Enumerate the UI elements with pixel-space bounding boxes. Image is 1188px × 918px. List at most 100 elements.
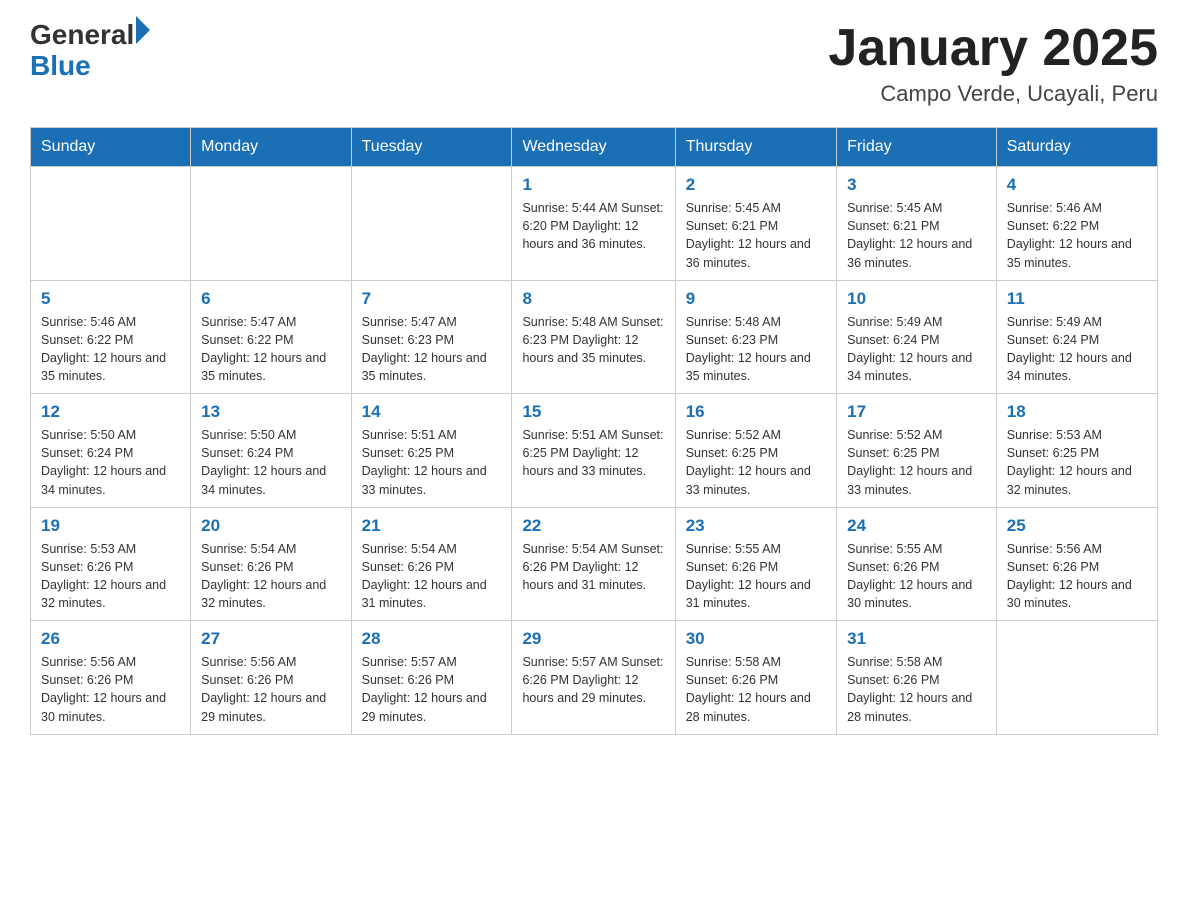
day-number: 1 (522, 175, 664, 195)
calendar-body: 1 Sunrise: 5:44 AM Sunset: 6:20 PM Daylig… (31, 167, 1158, 735)
weekday-header-monday: Monday (191, 128, 351, 167)
calendar-cell: 20 Sunrise: 5:54 AM Sunset: 6:26 PM Dayli… (191, 507, 351, 621)
weekday-header-row: SundayMondayTuesdayWednesdayThursdayFrid… (31, 128, 1158, 167)
calendar-cell: 7Sunrise: 5:47 AM Sunset: 6:23 PM Daylig… (351, 280, 512, 394)
calendar-cell: 26Sunrise: 5:56 AM Sunset: 6:26 PM Dayli… (31, 621, 191, 735)
day-number: 11 (1007, 289, 1147, 309)
calendar-cell: 12Sunrise: 5:50 AM Sunset: 6:24 PM Dayli… (31, 394, 191, 508)
day-info: Sunrise: 5:58 AM Sunset: 6:26 PM Dayligh… (686, 653, 826, 726)
calendar-cell: 9 Sunrise: 5:48 AM Sunset: 6:23 PM Daylig… (675, 280, 836, 394)
day-info: Sunrise: 5:57 AM Sunset: 6:26 PM Dayligh… (362, 653, 502, 726)
day-info: Sunrise: 5:52 AM Sunset: 6:25 PM Dayligh… (686, 426, 826, 499)
weekday-header-thursday: Thursday (675, 128, 836, 167)
calendar-cell: 31Sunrise: 5:58 AM Sunset: 6:26 PM Dayli… (837, 621, 997, 735)
day-number: 13 (201, 402, 340, 422)
day-info: Sunrise: 5:46 AM Sunset: 6:22 PM Dayligh… (41, 313, 180, 386)
day-number: 21 (362, 516, 502, 536)
day-info: Sunrise: 5:50 AM Sunset: 6:24 PM Dayligh… (201, 426, 340, 499)
day-info: Sunrise: 5:45 AM Sunset: 6:21 PM Dayligh… (686, 199, 826, 272)
day-number: 22 (522, 516, 664, 536)
calendar-cell (31, 167, 191, 281)
day-number: 31 (847, 629, 986, 649)
day-number: 25 (1007, 516, 1147, 536)
day-info: Sunrise: 5:56 AM Sunset: 6:26 PM Dayligh… (41, 653, 180, 726)
day-info: Sunrise: 5:45 AM Sunset: 6:21 PM Dayligh… (847, 199, 986, 272)
calendar-cell: 8 Sunrise: 5:48 AM Sunset: 6:23 PM Daylig… (512, 280, 675, 394)
calendar-cell: 24 Sunrise: 5:55 AM Sunset: 6:26 PM Dayli… (837, 507, 997, 621)
calendar-cell: 19Sunrise: 5:53 AM Sunset: 6:26 PM Dayli… (31, 507, 191, 621)
day-info: Sunrise: 5:48 AM Sunset: 6:23 PM Dayligh… (686, 313, 826, 386)
logo-triangle-icon (136, 16, 150, 44)
day-number: 12 (41, 402, 180, 422)
logo: General Blue (30, 20, 150, 82)
calendar-cell: 15Sunrise: 5:51 AM Sunset: 6:25 PM Dayli… (512, 394, 675, 508)
day-info: Sunrise: 5:56 AM Sunset: 6:26 PM Dayligh… (201, 653, 340, 726)
day-number: 18 (1007, 402, 1147, 422)
day-number: 29 (522, 629, 664, 649)
calendar-week-3: 12 Sunrise: 5:50 AM Sunset: 6:24 PM Dayli… (31, 394, 1158, 508)
calendar-cell: 29 Sunrise: 5:57 AM Sunset: 6:26 PM Dayli… (512, 621, 675, 735)
calendar-week-4: 19Sunrise: 5:53 AM Sunset: 6:26 PM Dayli… (31, 507, 1158, 621)
day-info: Sunrise: 5:44 AM Sunset: 6:20 PM Dayligh… (522, 199, 664, 253)
day-info: Sunrise: 5:48 AM Sunset: 6:23 PM Dayligh… (522, 313, 664, 367)
page-header: General Blue January 2025 Campo Verde, U… (30, 20, 1158, 107)
calendar-cell: 18 Sunrise: 5:53 AM Sunset: 6:25 PM Dayli… (996, 394, 1157, 508)
day-number: 27 (201, 629, 340, 649)
day-info: Sunrise: 5:52 AM Sunset: 6:25 PM Dayligh… (847, 426, 986, 499)
calendar-cell: 23 Sunrise: 5:55 AM Sunset: 6:26 PM Dayli… (675, 507, 836, 621)
day-info: Sunrise: 5:55 AM Sunset: 6:26 PM Dayligh… (847, 540, 986, 613)
day-info: Sunrise: 5:49 AM Sunset: 6:24 PM Dayligh… (847, 313, 986, 386)
calendar-cell: 10 Sunrise: 5:49 AM Sunset: 6:24 PM Dayli… (837, 280, 997, 394)
day-number: 20 (201, 516, 340, 536)
day-info: Sunrise: 5:54 AM Sunset: 6:26 PM Dayligh… (201, 540, 340, 613)
weekday-header-wednesday: Wednesday (512, 128, 675, 167)
day-number: 6 (201, 289, 340, 309)
weekday-header-saturday: Saturday (996, 128, 1157, 167)
logo-blue: Blue (30, 51, 150, 82)
calendar-cell: 16 Sunrise: 5:52 AM Sunset: 6:25 PM Dayli… (675, 394, 836, 508)
day-number: 3 (847, 175, 986, 195)
calendar-header: SundayMondayTuesdayWednesdayThursdayFrid… (31, 128, 1158, 167)
calendar-cell (351, 167, 512, 281)
calendar-cell (996, 621, 1157, 735)
day-number: 17 (847, 402, 986, 422)
day-info: Sunrise: 5:49 AM Sunset: 6:24 PM Dayligh… (1007, 313, 1147, 386)
day-number: 7 (362, 289, 502, 309)
calendar-cell: 13 Sunrise: 5:50 AM Sunset: 6:24 PM Dayli… (191, 394, 351, 508)
weekday-header-sunday: Sunday (31, 128, 191, 167)
day-number: 9 (686, 289, 826, 309)
day-number: 8 (522, 289, 664, 309)
day-number: 23 (686, 516, 826, 536)
weekday-header-tuesday: Tuesday (351, 128, 512, 167)
calendar-cell (191, 167, 351, 281)
calendar-cell: 25 Sunrise: 5:56 AM Sunset: 6:26 PM Dayli… (996, 507, 1157, 621)
day-info: Sunrise: 5:46 AM Sunset: 6:22 PM Dayligh… (1007, 199, 1147, 272)
day-info: Sunrise: 5:53 AM Sunset: 6:25 PM Dayligh… (1007, 426, 1147, 499)
calendar-cell: 4Sunrise: 5:46 AM Sunset: 6:22 PM Daylig… (996, 167, 1157, 281)
calendar-cell: 1 Sunrise: 5:44 AM Sunset: 6:20 PM Daylig… (512, 167, 675, 281)
day-info: Sunrise: 5:56 AM Sunset: 6:26 PM Dayligh… (1007, 540, 1147, 613)
calendar-cell: 14 Sunrise: 5:51 AM Sunset: 6:25 PM Dayli… (351, 394, 512, 508)
day-number: 19 (41, 516, 180, 536)
calendar-table: SundayMondayTuesdayWednesdayThursdayFrid… (30, 127, 1158, 735)
calendar-cell: 27 Sunrise: 5:56 AM Sunset: 6:26 PM Dayli… (191, 621, 351, 735)
day-number: 24 (847, 516, 986, 536)
calendar-cell: 22Sunrise: 5:54 AM Sunset: 6:26 PM Dayli… (512, 507, 675, 621)
day-info: Sunrise: 5:57 AM Sunset: 6:26 PM Dayligh… (522, 653, 664, 707)
day-info: Sunrise: 5:54 AM Sunset: 6:26 PM Dayligh… (362, 540, 502, 613)
day-number: 10 (847, 289, 986, 309)
day-info: Sunrise: 5:51 AM Sunset: 6:25 PM Dayligh… (362, 426, 502, 499)
calendar-cell: 6Sunrise: 5:47 AM Sunset: 6:22 PM Daylig… (191, 280, 351, 394)
calendar-cell: 11 Sunrise: 5:49 AM Sunset: 6:24 PM Dayli… (996, 280, 1157, 394)
calendar-week-1: 1 Sunrise: 5:44 AM Sunset: 6:20 PM Daylig… (31, 167, 1158, 281)
month-title: January 2025 (828, 20, 1158, 77)
day-number: 14 (362, 402, 502, 422)
day-number: 28 (362, 629, 502, 649)
day-number: 16 (686, 402, 826, 422)
calendar-cell: 2Sunrise: 5:45 AM Sunset: 6:21 PM Daylig… (675, 167, 836, 281)
day-number: 30 (686, 629, 826, 649)
day-info: Sunrise: 5:55 AM Sunset: 6:26 PM Dayligh… (686, 540, 826, 613)
calendar-cell: 5Sunrise: 5:46 AM Sunset: 6:22 PM Daylig… (31, 280, 191, 394)
location: Campo Verde, Ucayali, Peru (828, 81, 1158, 107)
calendar-cell: 17 Sunrise: 5:52 AM Sunset: 6:25 PM Dayli… (837, 394, 997, 508)
